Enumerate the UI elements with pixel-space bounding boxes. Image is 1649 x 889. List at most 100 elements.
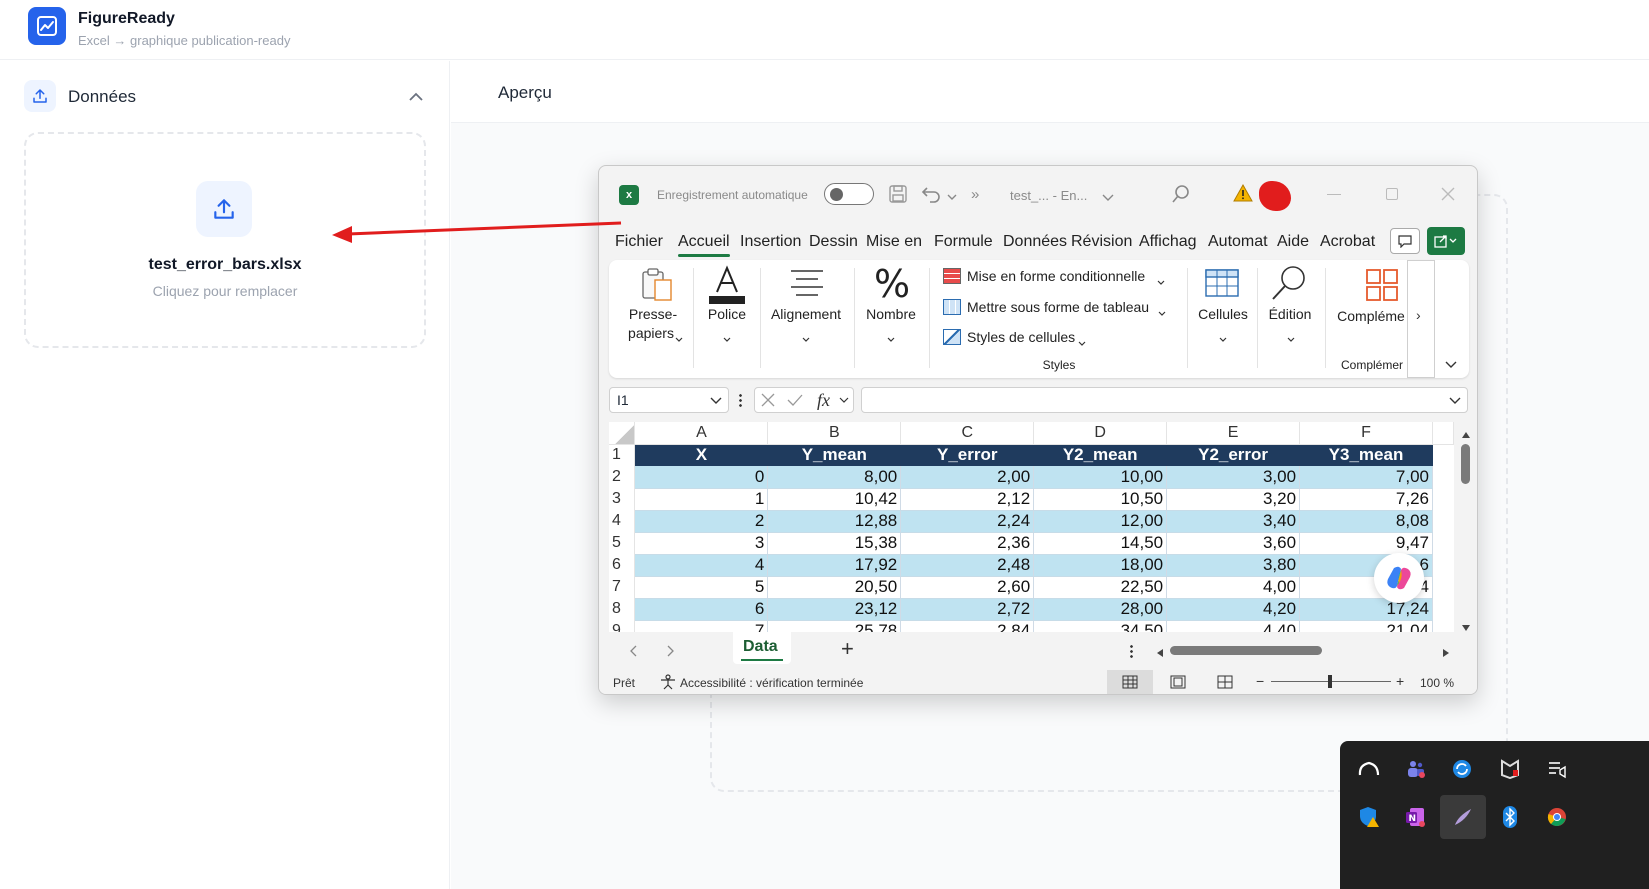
name-box[interactable]: I1 <box>609 387 729 413</box>
title-dropdown-icon[interactable] <box>1102 189 1114 207</box>
chevron-down-icon[interactable] <box>839 397 849 404</box>
clipboard-label-2[interactable]: papiers <box>621 325 681 341</box>
table-cell[interactable]: 10,00 <box>1033 466 1168 489</box>
zoom-out-button[interactable]: − <box>1256 673 1264 689</box>
next-sheet-icon[interactable] <box>667 644 675 662</box>
tab-automate[interactable]: Automat <box>1208 233 1268 251</box>
row-number[interactable]: 5 <box>609 532 636 554</box>
column-header[interactable]: A <box>634 422 769 445</box>
table-cell[interactable]: 25,78 <box>767 620 902 632</box>
format-as-table-button[interactable]: Mettre sous forme de tableau <box>967 299 1149 315</box>
cancel-icon[interactable] <box>761 393 775 407</box>
onedrive-icon[interactable] <box>1355 755 1383 783</box>
table-cell[interactable]: 4,40 <box>1166 620 1301 632</box>
row-number[interactable]: 9 <box>609 620 636 632</box>
teams-icon[interactable] <box>1401 755 1429 783</box>
accessibility-icon[interactable] <box>659 674 677 690</box>
table-cell[interactable]: 3,60 <box>1166 532 1301 555</box>
formula-input[interactable] <box>861 387 1468 413</box>
table-cell[interactable]: 2,00 <box>900 466 1035 489</box>
table-cell[interactable]: 2,24 <box>900 510 1035 533</box>
table-header-cell[interactable]: Y2_error <box>1166 444 1301 466</box>
fx-label[interactable]: fx <box>817 390 830 411</box>
table-cell[interactable]: 10,50 <box>1033 488 1168 511</box>
zoom-level[interactable]: 100 % <box>1420 676 1454 690</box>
table-cell[interactable]: 0 <box>634 466 769 489</box>
table-header-cell[interactable]: Y3_mean <box>1299 444 1433 466</box>
pen-app-icon[interactable] <box>1440 795 1486 839</box>
editing-label[interactable]: Édition <box>1260 306 1320 322</box>
table-cell[interactable]: 2,12 <box>900 488 1035 511</box>
table-cell[interactable]: 7,00 <box>1299 466 1433 489</box>
row-number[interactable]: 3 <box>609 488 636 510</box>
editing-dropdown-icon[interactable] <box>1287 330 1295 348</box>
cells-label[interactable]: Cellules <box>1193 306 1253 322</box>
table-cell[interactable]: 1 <box>634 488 769 511</box>
table-cell[interactable]: 3,80 <box>1166 554 1301 577</box>
blank-cell[interactable] <box>1432 444 1453 466</box>
table-header-cell[interactable]: Y_mean <box>767 444 902 466</box>
table-cell[interactable]: 28,00 <box>1033 598 1168 621</box>
cells-icon[interactable] <box>1205 266 1239 303</box>
more-vertical-icon[interactable] <box>1130 644 1133 658</box>
table-cell[interactable]: 8,00 <box>767 466 902 489</box>
table-cell[interactable]: 34,50 <box>1033 620 1168 632</box>
tab-acrobat[interactable]: Acrobat <box>1320 233 1375 251</box>
clipboard-label-1[interactable]: Presse- <box>623 306 683 322</box>
page-layout-icon[interactable] <box>1170 675 1186 689</box>
undo-icon[interactable] <box>921 183 943 208</box>
onenote-icon[interactable]: N <box>1401 803 1429 831</box>
table-cell[interactable]: 21,04 <box>1299 620 1433 632</box>
expand-formula-icon[interactable] <box>1449 397 1461 405</box>
tab-insertion[interactable]: Insertion <box>740 233 801 251</box>
table-cell[interactable]: 12,88 <box>767 510 902 533</box>
maximize-icon[interactable] <box>1386 188 1398 200</box>
alignment-dropdown-icon[interactable] <box>802 330 810 348</box>
status-accessibility[interactable]: Accessibilité : vérification terminée <box>680 676 863 690</box>
table-cell[interactable]: 4,20 <box>1166 598 1301 621</box>
number-dropdown-icon[interactable] <box>887 330 895 348</box>
row-number[interactable]: 1 <box>609 444 636 466</box>
table-header-cell[interactable]: X <box>634 444 769 466</box>
tab-affichage[interactable]: Affichag <box>1139 233 1197 251</box>
font-dropdown-icon[interactable] <box>723 330 731 348</box>
more-commands-icon[interactable]: » <box>971 186 979 203</box>
table-header-cell[interactable]: Y2_mean <box>1033 444 1168 466</box>
table-cell[interactable]: 20,50 <box>767 576 902 599</box>
percent-icon[interactable]: % <box>874 264 910 304</box>
network-icon[interactable] <box>1543 755 1571 783</box>
tab-formules[interactable]: Formule <box>934 233 993 251</box>
comments-button[interactable] <box>1390 228 1420 254</box>
table-cell[interactable]: 3,00 <box>1166 466 1301 489</box>
table-cell[interactable]: 4,00 <box>1166 576 1301 599</box>
table-cell[interactable]: 23,12 <box>767 598 902 621</box>
sync-icon[interactable] <box>1448 755 1476 783</box>
defender-warning-icon[interactable] <box>1355 803 1383 831</box>
addins-label[interactable]: Compléme <box>1335 308 1407 324</box>
prev-sheet-icon[interactable] <box>629 644 637 662</box>
blank-cell[interactable] <box>1432 576 1453 598</box>
minimize-icon[interactable] <box>1327 194 1341 195</box>
zoom-slider-thumb[interactable] <box>1328 675 1332 688</box>
bluetooth-icon[interactable] <box>1496 803 1524 831</box>
blank-cell[interactable] <box>1432 466 1453 488</box>
normal-view-button[interactable] <box>1107 670 1153 694</box>
more-vertical-icon[interactable] <box>739 393 742 407</box>
row-number[interactable]: 7 <box>609 576 636 598</box>
check-icon[interactable] <box>787 393 803 407</box>
sheet-tab-data[interactable]: Data <box>733 632 791 664</box>
table-cell[interactable]: 14,50 <box>1033 532 1168 555</box>
table-cell[interactable]: 22,50 <box>1033 576 1168 599</box>
align-icon[interactable] <box>789 268 825 303</box>
document-title[interactable]: test_... - En... <box>1010 188 1087 203</box>
account-avatar-redacted[interactable] <box>1259 181 1291 211</box>
cell-styles-dropdown-icon[interactable] <box>1078 334 1086 352</box>
undo-dropdown-icon[interactable] <box>947 188 957 206</box>
section-title-data[interactable]: Données <box>68 87 136 107</box>
chevron-down-icon[interactable] <box>710 397 722 405</box>
tab-mise-en-page[interactable]: Mise en <box>866 233 922 251</box>
spreadsheet-grid[interactable]: A B C D E F 1 X Y_mean Y_error Y2_mean Y… <box>609 422 1454 632</box>
scroll-right-icon[interactable] <box>1442 645 1450 663</box>
column-header[interactable]: F <box>1299 422 1433 445</box>
table-cell[interactable]: 2 <box>634 510 769 533</box>
